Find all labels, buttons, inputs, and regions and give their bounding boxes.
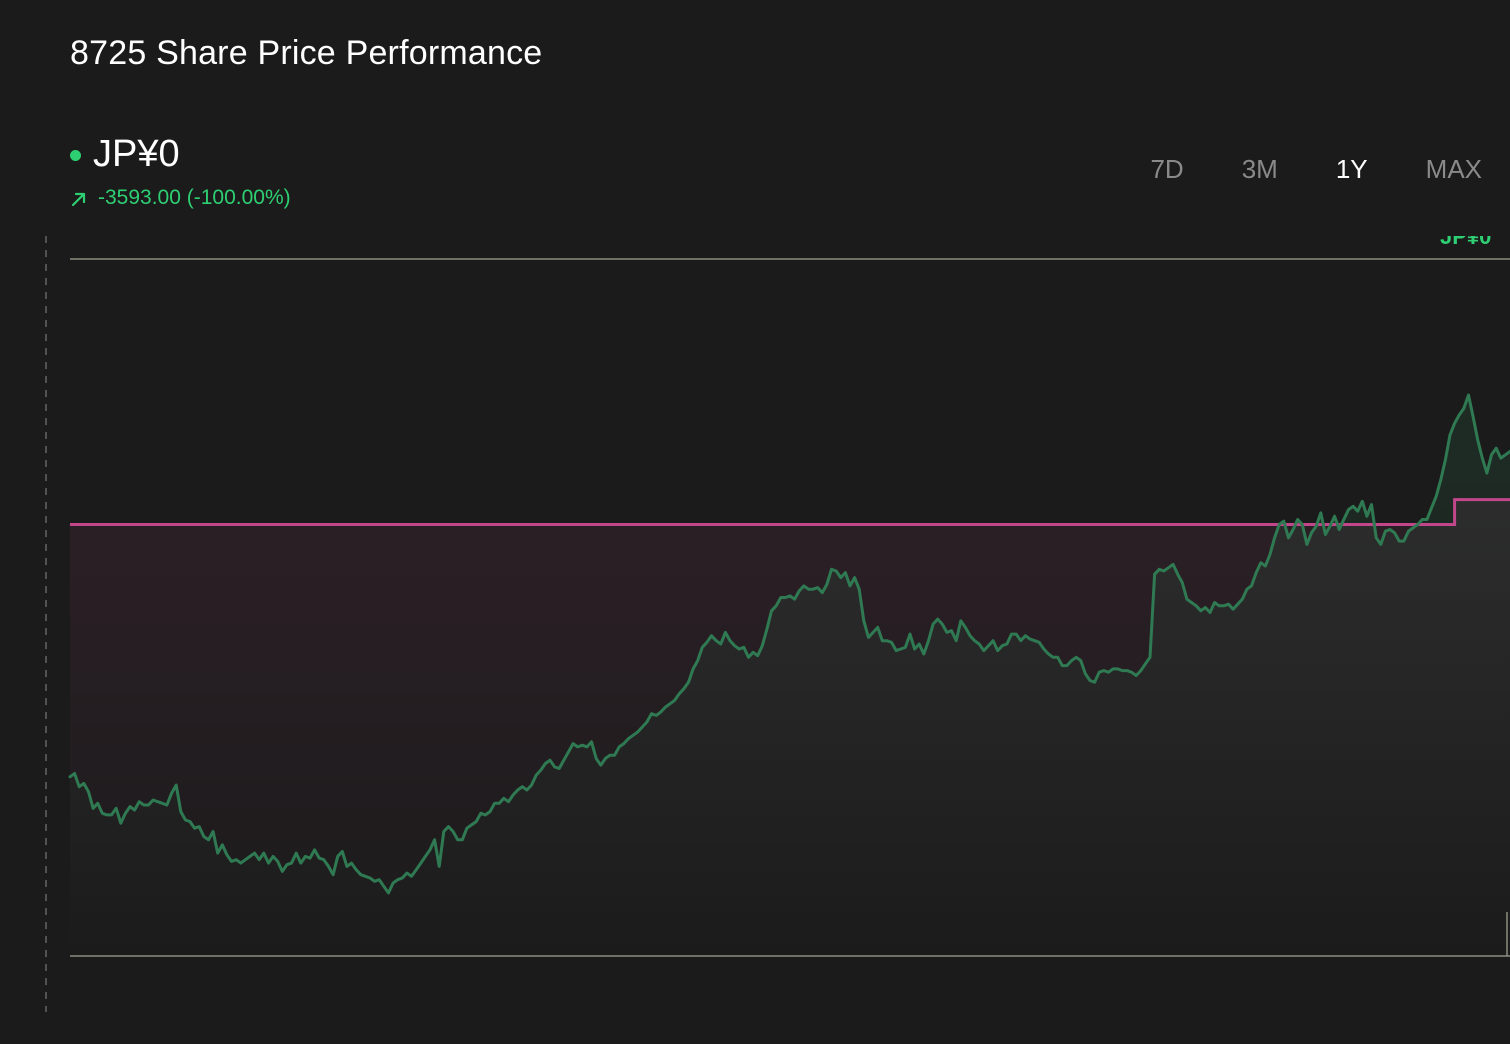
price-chart: JP¥0: [45, 224, 1510, 1012]
price-value-label: JP¥0: [1440, 224, 1491, 249]
reference-line: [70, 498, 1510, 526]
